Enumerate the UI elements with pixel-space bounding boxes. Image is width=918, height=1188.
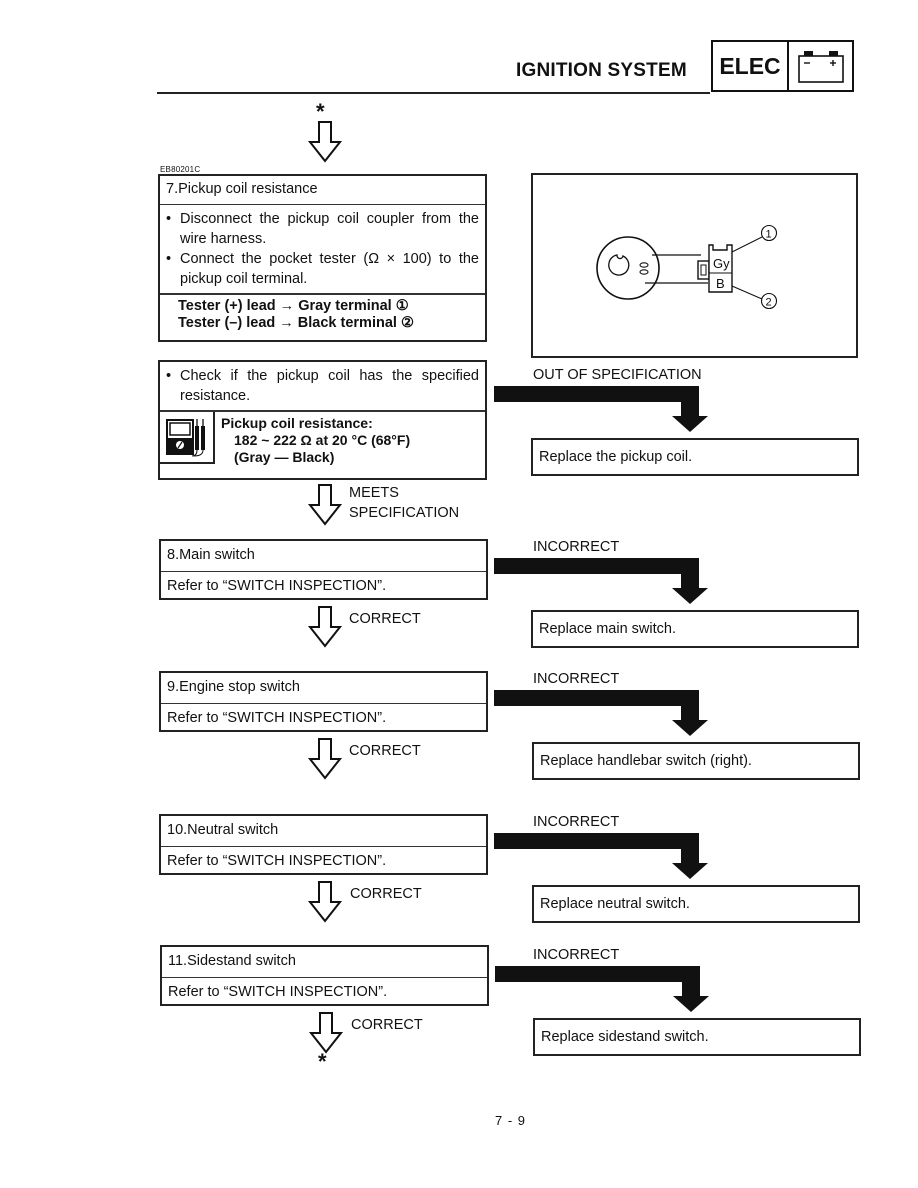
step-9-box: 9.Engine stop switch Refer to “SWITCH IN… <box>159 671 488 732</box>
fail-action: Replace the pickup coil. <box>539 449 693 465</box>
down-arrow-icon <box>307 121 343 163</box>
terminal-2-label: B <box>716 276 725 291</box>
spec-values: Pickup coil resistance: 182 ~ 222 Ω at 2… <box>215 412 416 478</box>
fail-label: INCORRECT <box>533 539 620 555</box>
step-title: 8.Main switch <box>167 547 255 563</box>
pass-label: CORRECT <box>350 886 422 902</box>
step-7-box: 7.Pickup coil resistance • Disconnect the… <box>158 174 487 342</box>
tester-leads: Tester (+) lead → Gray terminal ① Tester… <box>160 293 485 335</box>
down-arrow-icon <box>307 738 343 780</box>
fail-arrow-icon <box>495 966 709 1012</box>
fail-action-box: Replace neutral switch. <box>532 885 860 923</box>
pocket-tester-icon <box>160 412 215 464</box>
step-instruction: Refer to “SWITCH INSPECTION”. <box>161 703 486 728</box>
step-instruction: Refer to “SWITCH INSPECTION”. <box>162 977 487 1002</box>
fail-arrow-icon <box>494 833 708 879</box>
fail-label: OUT OF SPECIFICATION <box>533 367 702 383</box>
instruction-item: • Connect the pocket tester (Ω × 100) to … <box>166 251 479 287</box>
chapter-tag-label: ELEC <box>713 42 789 90</box>
fail-action-box: Replace handlebar switch (right). <box>532 742 860 780</box>
chapter-tag: ELEC <box>711 40 854 92</box>
instruction-item: • Disconnect the pickup coil coupler from… <box>166 211 479 247</box>
fail-action: Replace main switch. <box>539 621 676 637</box>
down-arrow-icon <box>307 606 343 648</box>
battery-icon <box>789 42 852 90</box>
check-instruction: • Check if the pickup coil has the specif… <box>166 368 479 404</box>
tester-lead-negative: Tester (–) lead → Black terminal ② <box>178 315 414 331</box>
down-arrow-icon <box>307 881 343 923</box>
callout-1: 1 <box>766 229 772 241</box>
down-arrow-icon <box>307 484 343 526</box>
step-10-box: 10.Neutral switch Refer to “SWITCH INSPE… <box>159 814 488 875</box>
step-instruction: Refer to “SWITCH INSPECTION”. <box>161 571 486 596</box>
pass-label-line-1: MEETS <box>349 485 399 501</box>
section-title: IGNITION SYSTEM <box>516 60 687 81</box>
step-instruction: Refer to “SWITCH INSPECTION”. <box>161 846 486 871</box>
fail-action: Replace handlebar switch (right). <box>540 753 752 769</box>
tester-lead-positive: Tester (+) lead → Gray terminal ① <box>178 298 409 314</box>
callout-2: 2 <box>766 297 772 309</box>
fail-label: INCORRECT <box>533 947 620 963</box>
fail-action-box: Replace main switch. <box>531 610 859 648</box>
spec-row: Pickup coil resistance: 182 ~ 222 Ω at 2… <box>160 410 485 478</box>
pass-label: CORRECT <box>349 611 421 627</box>
step-7-instructions: • Disconnect the pickup coil coupler from… <box>160 204 485 293</box>
step-11-box: 11.Sidestand switch Refer to “SWITCH INS… <box>160 945 489 1006</box>
step-title: 10.Neutral switch <box>167 822 279 838</box>
fail-arrow-icon <box>494 386 708 432</box>
fail-arrow-icon <box>494 690 708 736</box>
connector-star-bottom: * <box>318 1049 327 1074</box>
pass-label: CORRECT <box>351 1017 423 1033</box>
reference-code: EB80201C <box>160 165 201 174</box>
pickup-coil-diagram: Gy B 1 2 <box>531 173 858 358</box>
pass-label-line-2: SPECIFICATION <box>349 505 460 521</box>
fail-label: INCORRECT <box>533 814 620 830</box>
spec-title: Pickup coil resistance: <box>221 415 373 431</box>
spec-value: 182 ~ 222 Ω at 20 °C (68°F) <box>234 432 411 448</box>
fail-action: Replace sidestand switch. <box>541 1029 709 1045</box>
fail-label: INCORRECT <box>533 671 620 687</box>
terminal-1-label: Gy <box>713 256 730 271</box>
step-7-title: 7.Pickup coil resistance <box>166 181 318 197</box>
step-title: 11.Sidestand switch <box>168 953 296 969</box>
fail-action-box: Replace sidestand switch. <box>533 1018 861 1056</box>
pass-label: CORRECT <box>349 743 421 759</box>
spec-wires: (Gray — Black) <box>234 449 335 465</box>
step-8-box: 8.Main switch Refer to “SWITCH INSPECTIO… <box>159 539 488 600</box>
fail-action-box: Replace the pickup coil. <box>531 438 859 476</box>
fail-arrow-icon <box>494 558 708 604</box>
step-title: 9.Engine stop switch <box>167 679 300 695</box>
header-rule <box>157 92 710 94</box>
fail-action: Replace neutral switch. <box>540 896 690 912</box>
spec-check-box: • Check if the pickup coil has the specif… <box>158 360 487 480</box>
page-number: 7 - 9 <box>495 1113 527 1128</box>
